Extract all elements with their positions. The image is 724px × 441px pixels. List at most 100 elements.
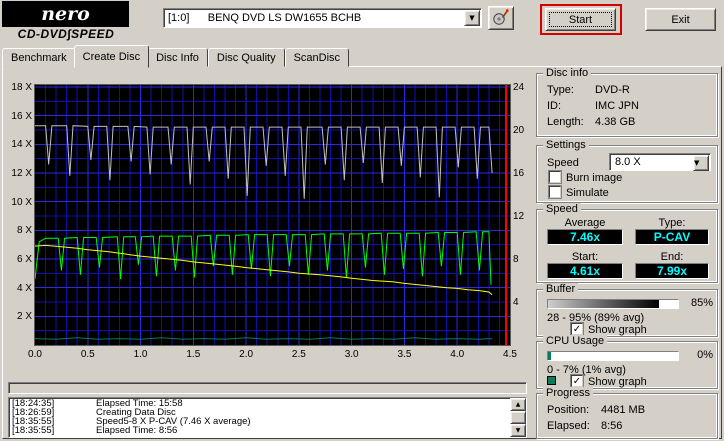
disc-length-label: Length: [547, 116, 584, 128]
axis-tick-label: 2 X [16, 311, 32, 323]
disc-type-value: DVD-R [595, 84, 630, 96]
chevron-down-icon: ▼ [469, 14, 475, 22]
log-entry: [18:24:35] Elapsed Time: 15:58 [12, 399, 508, 408]
drive-select-arrow-button[interactable]: ▼ [464, 10, 480, 26]
axis-tick-label: 0.5 [80, 349, 95, 360]
up-arrow-icon: ▲ [515, 401, 521, 408]
tab-create-disc[interactable]: Create Disc [73, 45, 150, 68]
tab-label: ScanDisc [293, 52, 341, 64]
log-text: Creating Data Disc [96, 408, 176, 417]
axis-tick-label: 0.0 [28, 349, 42, 360]
cpu-percent: 0% [697, 349, 713, 361]
tab-strip: Benchmark Create Disc Disc Info Disc Qua… [2, 44, 350, 68]
speed-label: Speed [547, 157, 579, 169]
axis-tick-label: 4 [513, 297, 519, 308]
log-time: [18:24:35] [12, 399, 55, 408]
tab-label: Disc Quality [216, 52, 276, 64]
average-speed-display: 7.46x [547, 229, 623, 245]
speed-select[interactable]: 8.0 X ▼ [609, 153, 711, 171]
tab-benchmark[interactable]: Benchmark [2, 48, 76, 67]
axis-tick-label: 24 [513, 82, 525, 93]
elapsed-label: Elapsed: [547, 420, 590, 432]
nero-cd-dvd-speed-window: nero CD-DVD∫SPEED [1:0] BENQ DVD LS DW16… [0, 0, 724, 441]
disc-length-value: 4.38 GB [595, 116, 636, 128]
tab-disc-info[interactable]: Disc Info [147, 48, 208, 67]
burn-image-label: Burn image [566, 172, 623, 184]
series-cpu-usage [34, 337, 493, 340]
axis-tick-label: 2.5 [291, 349, 306, 360]
log-time: [18:35:55] [12, 417, 55, 426]
axis-tick-label: 10 X [11, 196, 32, 208]
group-title: CPU Usage [543, 335, 608, 347]
scroll-up-button[interactable]: ▲ [510, 398, 526, 411]
drive-select-value: [1:0] BENQ DVD LS DW1655 BCHB [168, 12, 362, 24]
speed-chart-plot [34, 84, 511, 346]
buffer-bar-fill [548, 300, 659, 308]
group-title: Buffer [543, 283, 579, 295]
log-text: Elapsed Time: 15:58 [96, 399, 183, 408]
chevron-down-icon: ▼ [694, 159, 700, 167]
start-button[interactable]: Start [545, 8, 616, 31]
progress-group: Progress Position: 4481 MB Elapsed: 8:56 [536, 387, 718, 439]
settings-group: Settings Speed 8.0 X ▼ Burn image Simula… [536, 139, 718, 203]
series-buffer-level [35, 125, 493, 199]
group-title: Settings [543, 139, 589, 151]
axis-tick-label: 3.5 [397, 349, 412, 360]
start-speed-label: Start: [571, 251, 599, 263]
end-speed-display: 7.99x [635, 263, 709, 279]
cpu-range-text: 0 - 7% (1% avg) [547, 364, 626, 376]
cpu-show-graph-checkbox[interactable]: ✓ [571, 375, 583, 387]
buffer-range-text: 28 - 95% (89% avg) [547, 312, 645, 324]
log-entry: [18:35:55] Elapsed Time: 8:56 [12, 426, 508, 435]
axis-tick-label: 3.0 [344, 349, 359, 360]
tab-label: Create Disc [82, 51, 141, 63]
tab-label: Benchmark [11, 52, 67, 64]
type-label: Type: [658, 217, 686, 229]
log-entry: [18:35:55] Speed5-8 X P-CAV (7.46 X avera… [12, 417, 508, 426]
cpu-bar [547, 351, 679, 361]
simulate-label: Simulate [566, 187, 609, 199]
axis-tick-label: 2.0 [239, 349, 254, 360]
end-speed-label: End: [660, 251, 684, 263]
log-scrollbar[interactable]: ▲ ▼ [510, 398, 526, 437]
axis-tick-label: 4.5 [503, 349, 517, 360]
down-arrow-icon: ▼ [515, 427, 521, 434]
log-text: Speed5-8 X P-CAV (7.46 X average) [96, 417, 251, 426]
exit-button[interactable]: Exit [645, 8, 716, 31]
buffer-group: Buffer 85% 28 - 95% (89% avg) ✓ Show gra… [536, 283, 718, 337]
create-disc-icon-button[interactable] [488, 6, 514, 30]
buffer-bar [547, 299, 679, 309]
disc-flame-icon [492, 7, 510, 29]
buffer-percent: 85% [690, 297, 713, 309]
group-title: Disc info [543, 67, 592, 79]
axis-tick-label: 1.0 [133, 349, 148, 360]
series-write-speed [34, 231, 492, 285]
burn-image-checkbox[interactable] [549, 171, 561, 183]
position-value: 4481 MB [601, 404, 646, 416]
buffer-show-graph-checkbox[interactable]: ✓ [571, 323, 583, 335]
speed-chart-svg [34, 85, 510, 345]
tab-disc-quality[interactable]: Disc Quality [207, 48, 285, 67]
scroll-down-button[interactable]: ▼ [510, 424, 526, 437]
nero-logo-subtitle: CD-DVD∫SPEED [17, 27, 115, 41]
axis-tick-label: 16 [513, 168, 525, 179]
simulate-checkbox[interactable] [549, 186, 561, 198]
elapsed-value: 8:56 [601, 420, 623, 432]
average-label: Average [564, 217, 606, 229]
scrollbar-thumb[interactable] [510, 411, 526, 424]
disc-type-label: Type: [547, 84, 574, 96]
cpu-graph-legend-swatch [547, 376, 556, 385]
drive-select[interactable]: [1:0] BENQ DVD LS DW1655 BCHB ▼ [163, 8, 482, 28]
axis-tick-label: 1.5 [186, 349, 201, 360]
speed-select-arrow-button[interactable]: ▼ [693, 155, 709, 171]
tab-scandisc[interactable]: ScanDisc [284, 48, 350, 67]
group-title: Speed [543, 203, 581, 215]
disc-id-label: ID: [547, 100, 562, 112]
speed-group: Speed Average Type: 7.46x P-CAV Start: E… [536, 203, 718, 283]
cpu-usage-group: CPU Usage 0% 0 - 7% (1% avg) ✓ Show grap… [536, 335, 718, 389]
exit-button-label: Exit [671, 13, 690, 26]
log-list[interactable]: [18:24:35] Elapsed Time: 15:58 [18:26:59]… [8, 397, 527, 438]
log-rows: [18:24:35] Elapsed Time: 15:58 [18:26:59]… [12, 399, 508, 435]
axis-tick-label: 8 X [16, 225, 32, 237]
speed-select-value: 8.0 X [615, 156, 641, 168]
